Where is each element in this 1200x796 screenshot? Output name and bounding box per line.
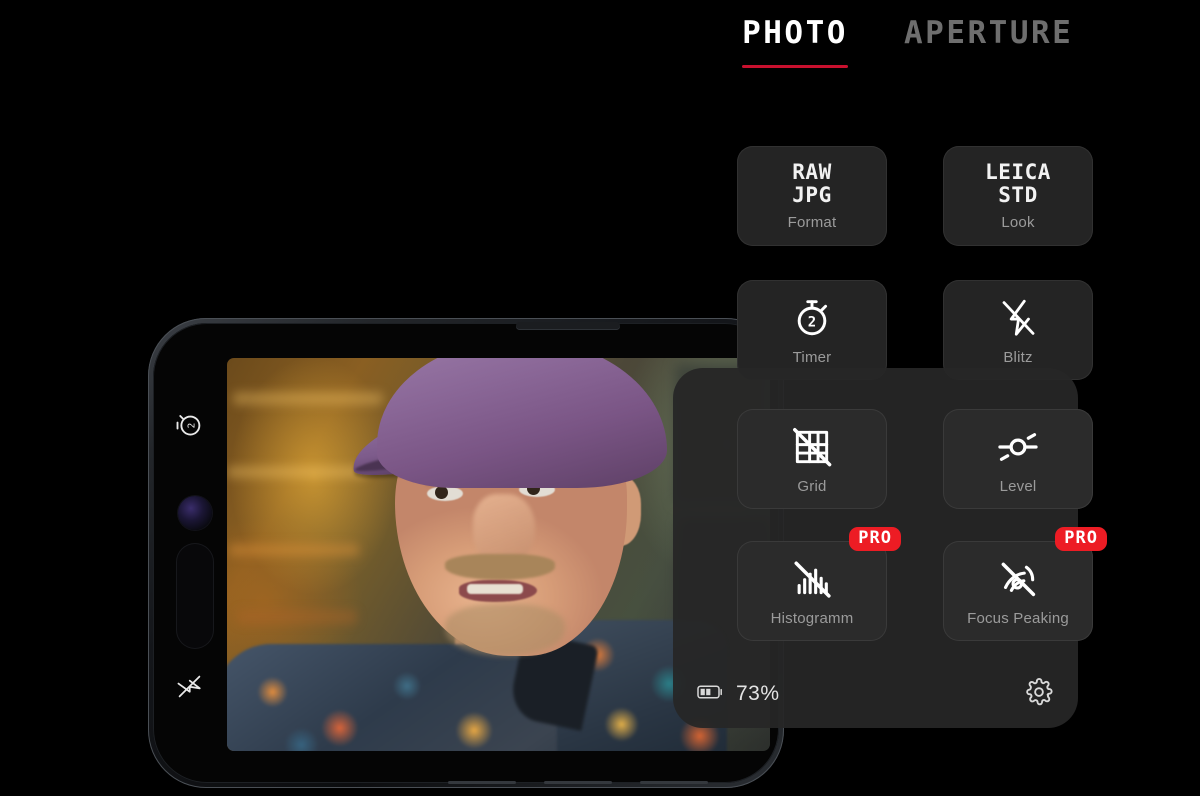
- tab-aperture-label: APERTURE: [904, 15, 1074, 51]
- viewfinder-flash-off-icon[interactable]: [176, 673, 209, 701]
- battery-icon: [697, 684, 725, 705]
- focus-peaking-caption: Focus Peaking: [967, 609, 1069, 627]
- flash-tile[interactable]: Blitz: [943, 280, 1093, 380]
- subject-mustache: [445, 554, 555, 580]
- timer-seconds-value: 2: [808, 314, 816, 330]
- front-camera-lens: [178, 496, 212, 530]
- pro-badge-focus-peaking: PRO: [1055, 527, 1107, 551]
- look-value-line1: LEICA: [985, 159, 1051, 184]
- level-tile[interactable]: Level: [943, 409, 1093, 509]
- look-value-line2: STD: [998, 182, 1038, 207]
- mode-tab-bar: PHOTO APERTURE: [742, 18, 1073, 68]
- panel-footer: 73%: [697, 677, 1054, 712]
- format-caption: Format: [787, 214, 837, 232]
- tab-active-underline: [742, 65, 848, 68]
- stopwatch-icon: 2: [785, 295, 839, 341]
- look-tile[interactable]: LEICA STD Look: [943, 146, 1093, 246]
- timer-caption: Timer: [792, 348, 832, 366]
- battery-percent-label: 73%: [736, 682, 780, 705]
- histogram-caption: Histogramm: [770, 609, 854, 627]
- tab-photo[interactable]: PHOTO: [742, 18, 848, 68]
- camera-options-panel: Grid Level PRO Histogramm PRO Focus Peak…: [673, 368, 1107, 728]
- settings-gear-button[interactable]: [1024, 677, 1054, 712]
- histogram-tile[interactable]: PRO Histogramm: [737, 527, 901, 641]
- battery-status: 73%: [697, 682, 780, 706]
- subject-beard: [445, 604, 565, 656]
- focus-peaking-tile[interactable]: PRO Focus Peaking: [943, 527, 1107, 641]
- pro-badge-histogram: PRO: [849, 527, 901, 551]
- focus-peaking-off-icon: [991, 556, 1045, 602]
- grid-off-icon: [785, 424, 839, 470]
- timer-tile[interactable]: 2 Timer: [737, 280, 887, 380]
- grid-caption: Grid: [797, 477, 827, 495]
- camera-options-grid: Grid Level PRO Histogramm PRO Focus Peak…: [737, 409, 1107, 641]
- flash-caption: Blitz: [1003, 348, 1033, 366]
- viewfinder-stopwatch-icon[interactable]: 2: [174, 411, 209, 441]
- format-value-line1: RAW: [792, 159, 832, 184]
- gear-icon: [1024, 677, 1054, 712]
- format-tile[interactable]: RAW JPG Format: [737, 146, 887, 246]
- dynamic-island: [177, 544, 213, 648]
- look-caption: Look: [1001, 214, 1035, 232]
- level-icon: [991, 424, 1045, 470]
- subject-cap: [377, 358, 667, 488]
- bottom-speaker-grille: [448, 781, 708, 785]
- earpiece-speaker: [516, 322, 620, 329]
- subject-teeth: [467, 584, 523, 594]
- format-value-line2: JPG: [792, 182, 832, 207]
- grid-tile[interactable]: Grid: [737, 409, 887, 509]
- tab-aperture[interactable]: APERTURE: [904, 18, 1073, 68]
- histogram-off-icon: [785, 556, 839, 602]
- format-value: RAW JPG: [792, 159, 832, 207]
- look-value: LEICA STD: [985, 159, 1051, 207]
- svg-text:2: 2: [186, 423, 197, 429]
- flash-off-icon: [991, 295, 1045, 341]
- tab-photo-label: PHOTO: [742, 15, 848, 51]
- level-caption: Level: [999, 477, 1037, 495]
